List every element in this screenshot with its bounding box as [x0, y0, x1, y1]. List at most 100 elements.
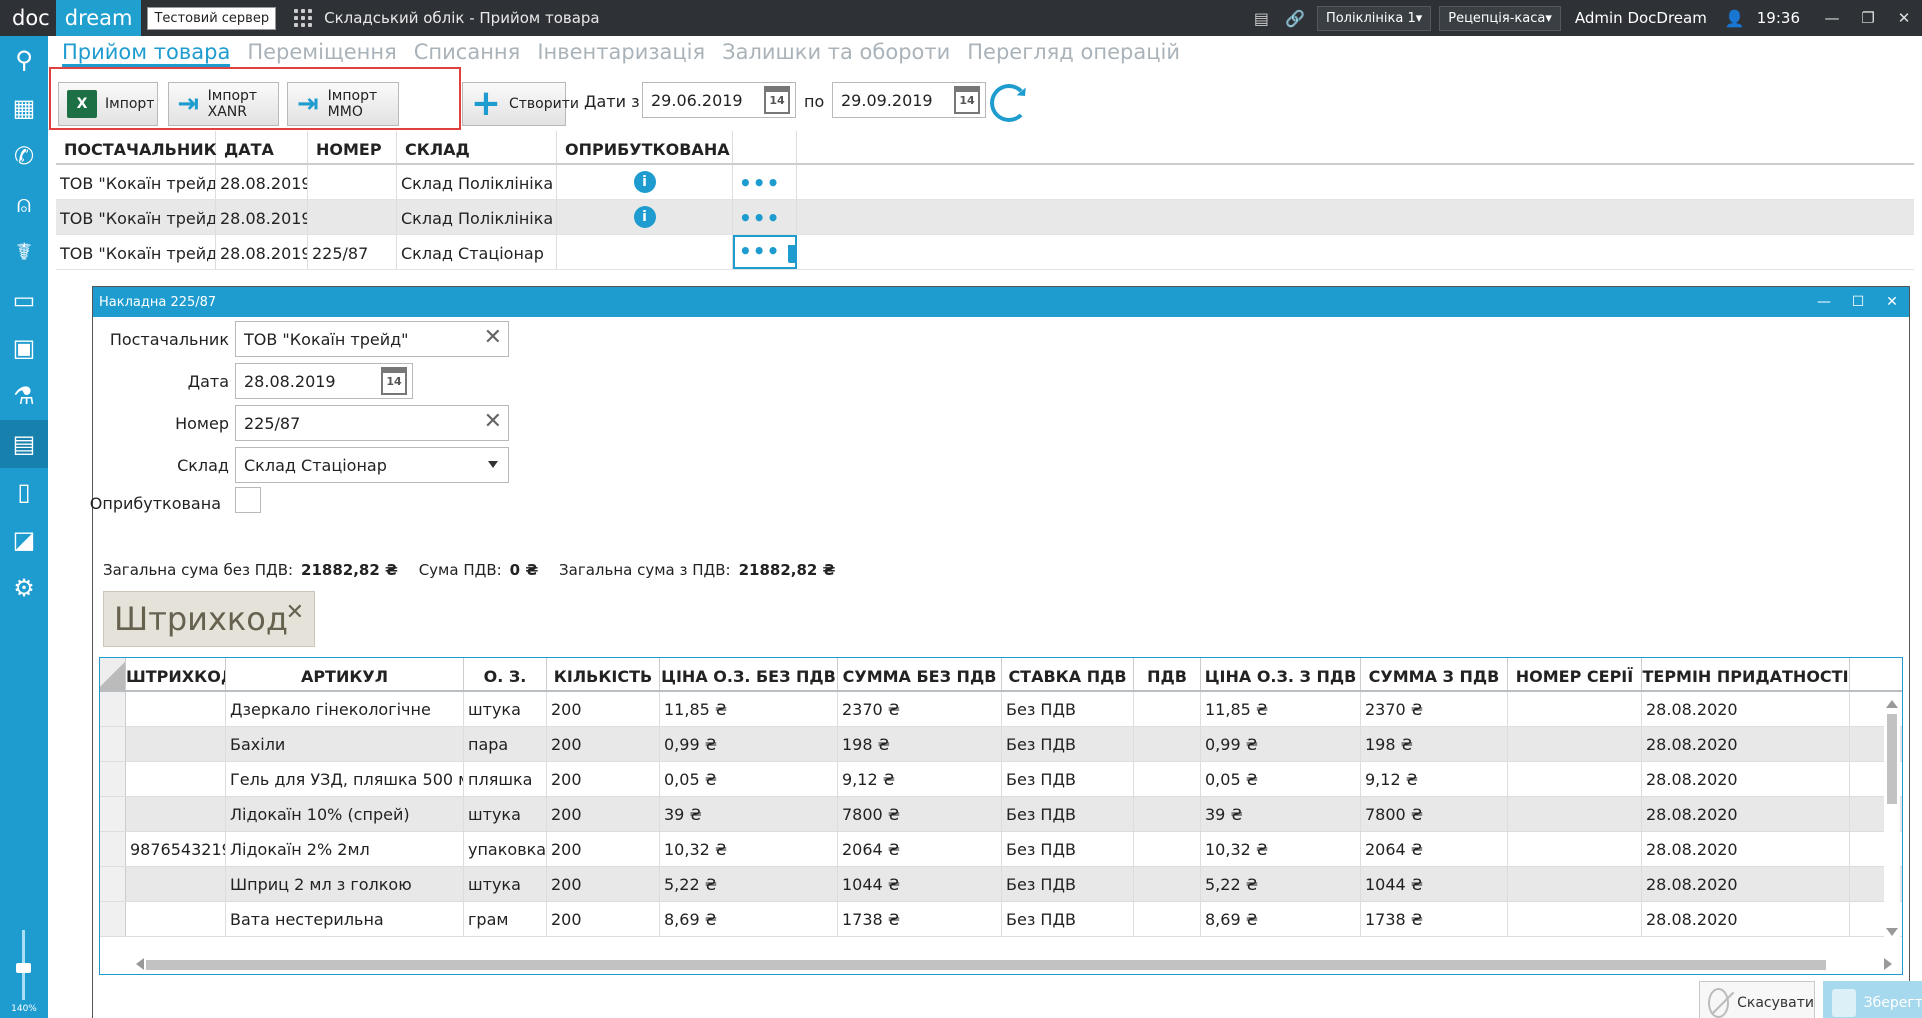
col-series[interactable]: НОМЕР СЕРІЇ — [1508, 658, 1642, 690]
table-row[interactable]: Гель для УЗД, пляшка 500 мл. пляшка 200 0,0… — [100, 762, 1902, 797]
apps-grid-icon[interactable] — [294, 9, 313, 27]
tab-writeoff[interactable]: Списання — [414, 40, 521, 67]
col-warehouse[interactable]: СКЛАД — [397, 131, 557, 163]
microscope-icon[interactable]: ⚗ — [0, 372, 48, 420]
scroll-thumb[interactable] — [1887, 714, 1897, 804]
table-row[interactable]: Лідокаїн 10% (спрей) штука 200 39 ₴ 7800 ₴ Бе… — [100, 797, 1902, 832]
date-field[interactable]: 28.08.2019 14 — [235, 363, 413, 399]
number-field[interactable]: 225/87 ✕ — [235, 405, 509, 441]
table-row[interactable]: Бахіли пара 200 0,99 ₴ 198 ₴ Без ПДВ 0,99 ₴ 198… — [100, 727, 1902, 762]
scroll-right-icon[interactable] — [1884, 958, 1898, 970]
date-to-field[interactable]: 29.09.2019 14 — [832, 82, 986, 118]
service-bell-icon[interactable]: ⍝ — [0, 180, 48, 228]
schedule-icon[interactable]: ▦ — [0, 84, 48, 132]
warehouse-select[interactable]: Склад Стаціонар — [235, 447, 509, 483]
table-row[interactable]: 987654321987Лідокаїн 2% 2млупаковка20010… — [100, 832, 1902, 867]
col-price-vat[interactable]: ЦІНА О.З. З ПДВ — [1201, 658, 1361, 690]
select-all-corner[interactable] — [100, 658, 126, 690]
close-icon[interactable]: ✕ — [286, 600, 304, 625]
save-button[interactable]: Зберегти — [1823, 981, 1922, 1018]
date-from-field[interactable]: 29.06.2019 14 — [642, 82, 796, 118]
scroll-up-icon[interactable] — [1886, 694, 1898, 708]
col-expiry[interactable]: ТЕРМІН ПРИДАТНОСТІ — [1642, 658, 1850, 690]
row-header[interactable] — [100, 832, 126, 866]
col-supplier[interactable]: ПОСТАЧАЛЬНИК — [56, 131, 217, 163]
chart-icon[interactable]: ◪ — [0, 516, 48, 564]
close-icon[interactable]: ✕ — [1886, 9, 1922, 27]
table-row[interactable]: ТОВ "Кокаїн трейд" 28.08.2019 225/87 Скл… — [56, 235, 1914, 270]
user-add-icon[interactable]: ⚲ — [0, 36, 48, 84]
clinic-select[interactable]: Поліклініка 1 ▾ — [1316, 5, 1432, 31]
wallet-icon[interactable]: ▣ — [0, 324, 48, 372]
row-header[interactable] — [100, 727, 126, 761]
info-icon[interactable]: i — [633, 171, 656, 193]
doctor-icon[interactable]: ☤ — [0, 228, 48, 276]
col-price-no-vat[interactable]: ЦІНА О.З. БЕЗ ПДВ — [660, 658, 838, 690]
link-icon[interactable]: 🔗 — [1285, 9, 1305, 28]
calendar-icon[interactable]: 14 — [954, 86, 980, 114]
calendar-icon[interactable]: 14 — [381, 367, 407, 395]
more-icon[interactable]: ••• — [739, 239, 780, 263]
col-date[interactable]: ДАТА — [216, 131, 308, 163]
col-number[interactable]: НОМЕР — [308, 131, 397, 163]
tab-inventory[interactable]: Інвентаризація — [537, 40, 705, 67]
horizontal-scrollbar[interactable] — [126, 956, 1902, 972]
desk-select[interactable]: Рецепція-каса ▾ — [1439, 5, 1561, 31]
import-xanr-button[interactable]: ⇥ Імпорт XANR — [168, 82, 279, 126]
warehouse-icon[interactable]: ▤ — [0, 420, 48, 468]
row-header[interactable] — [100, 762, 126, 796]
table-row[interactable]: ТОВ "Кокаїн трейд" 28.08.2019 Склад Полі… — [56, 165, 1914, 200]
supplier-field[interactable]: ТОВ "Кокаїн трейд" ✕ — [235, 321, 509, 357]
zoom-slider[interactable]: 140% — [0, 918, 48, 1018]
zoom-knob[interactable] — [16, 963, 31, 973]
clear-icon[interactable]: ✕ — [484, 325, 502, 350]
scroll-down-icon[interactable] — [1886, 928, 1898, 942]
close-icon[interactable]: ✕ — [1875, 287, 1909, 317]
row-header[interactable] — [100, 797, 126, 831]
user-icon[interactable]: 👤 — [1725, 9, 1745, 28]
row-header[interactable] — [100, 867, 126, 901]
document-icon[interactable]: ▯ — [0, 468, 48, 516]
archive-icon[interactable]: ▭ — [0, 276, 48, 324]
posted-checkbox[interactable] — [235, 487, 261, 513]
col-unit[interactable]: О. З. — [464, 658, 547, 690]
maximize-icon[interactable]: ☐ — [1841, 287, 1875, 317]
col-article[interactable]: АРТИКУЛ — [226, 658, 464, 690]
refresh-icon[interactable] — [990, 84, 1028, 122]
cancel-button[interactable]: Скасувати — [1699, 981, 1815, 1018]
more-icon[interactable]: ••• — [739, 206, 780, 230]
barcode-chip[interactable]: Штрихкод ✕ — [103, 591, 315, 647]
table-row[interactable]: Шприц 2 мл з голкою штука 200 5,22 ₴ 1044 ₴ Б… — [100, 867, 1902, 902]
col-sum-no-vat[interactable]: СУММА БЕЗ ПДВ — [838, 658, 1002, 690]
tab-balances[interactable]: Залишки та обороти — [722, 40, 950, 67]
minimize-icon[interactable]: — — [1807, 287, 1841, 317]
minimize-icon[interactable]: — — [1814, 9, 1850, 27]
table-row[interactable]: ТОВ "Кокаїн трейд" 28.08.2019 Склад Полі… — [56, 200, 1914, 235]
table-row[interactable]: Вата нестерильна грам 200 8,69 ₴ 1738 ₴ Без П… — [100, 902, 1902, 937]
scroll-thumb[interactable] — [146, 960, 1826, 970]
import-button[interactable]: X Імпорт — [58, 82, 158, 126]
col-vat-rate[interactable]: СТАВКА ПДВ — [1002, 658, 1134, 690]
user-name[interactable]: Admin DocDream — [1575, 9, 1707, 27]
clear-icon[interactable]: ✕ — [484, 409, 502, 434]
tab-receipt[interactable]: Прийом товара — [62, 40, 231, 67]
col-barcode[interactable]: ШТРИХКОД — [126, 658, 226, 690]
info-icon[interactable]: i — [633, 206, 656, 228]
col-sum-vat[interactable]: СУММА З ПДВ — [1361, 658, 1508, 690]
trash-icon[interactable] — [788, 244, 795, 263]
calendar-icon[interactable]: 14 — [764, 86, 790, 114]
col-quantity[interactable]: КІЛЬКІСТЬ — [547, 658, 660, 690]
server-icon[interactable]: ▤ — [1254, 9, 1269, 28]
import-mmo-button[interactable]: ⇥ Імпорт MMO — [287, 82, 399, 126]
table-row[interactable]: Дзеркало гінекологічне штука 200 11,85 ₴ 237… — [100, 692, 1902, 727]
row-header[interactable] — [100, 692, 126, 726]
row-header[interactable] — [100, 902, 126, 936]
col-vat[interactable]: ПДВ — [1134, 658, 1201, 690]
phone-icon[interactable]: ✆ — [0, 132, 48, 180]
restore-icon[interactable]: ❐ — [1850, 9, 1886, 27]
tab-transfer[interactable]: Переміщення — [247, 40, 396, 67]
create-button[interactable]: + Створити — [462, 82, 579, 126]
more-icon[interactable]: ••• — [739, 171, 780, 195]
scroll-left-icon[interactable] — [130, 958, 144, 970]
vertical-scrollbar[interactable] — [1884, 694, 1900, 942]
